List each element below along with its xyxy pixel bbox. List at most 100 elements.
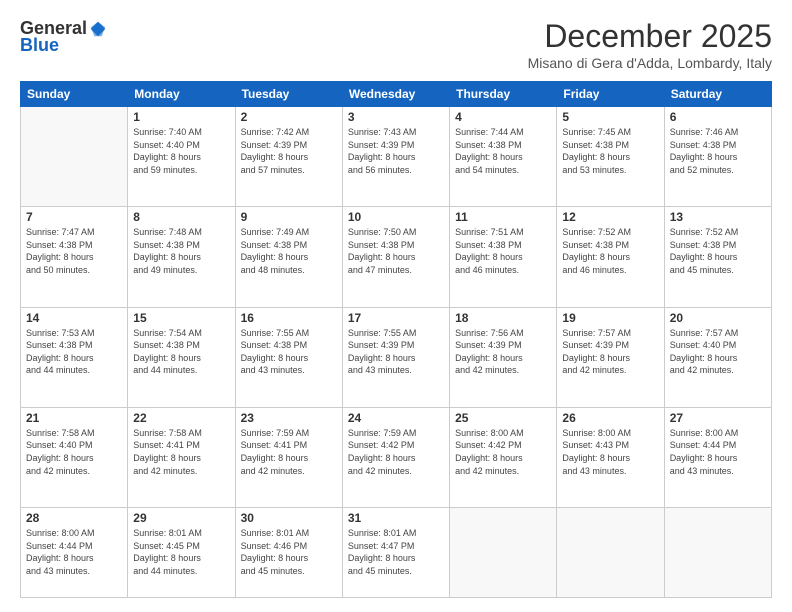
day-number: 20: [670, 311, 766, 325]
day-number: 19: [562, 311, 658, 325]
day-info: Sunrise: 7:47 AMSunset: 4:38 PMDaylight:…: [26, 226, 122, 276]
calendar-cell: 10 Sunrise: 7:50 AMSunset: 4:38 PMDayligh…: [342, 207, 449, 307]
day-number: 14: [26, 311, 122, 325]
calendar-cell: [450, 508, 557, 598]
day-info: Sunrise: 7:54 AMSunset: 4:38 PMDaylight:…: [133, 327, 229, 377]
calendar-cell: 11 Sunrise: 7:51 AMSunset: 4:38 PMDayligh…: [450, 207, 557, 307]
logo-icon: [89, 20, 107, 38]
day-number: 21: [26, 411, 122, 425]
calendar-cell: 30 Sunrise: 8:01 AMSunset: 4:46 PMDayligh…: [235, 508, 342, 598]
weekday-header-tuesday: Tuesday: [235, 82, 342, 107]
day-info: Sunrise: 7:48 AMSunset: 4:38 PMDaylight:…: [133, 226, 229, 276]
day-info: Sunrise: 7:42 AMSunset: 4:39 PMDaylight:…: [241, 126, 337, 176]
calendar-cell: 20 Sunrise: 7:57 AMSunset: 4:40 PMDayligh…: [664, 307, 771, 407]
header: General Blue December 2025 Misano di Ger…: [20, 18, 772, 71]
calendar-cell: 6 Sunrise: 7:46 AMSunset: 4:38 PMDaylight…: [664, 107, 771, 207]
calendar-cell: 14 Sunrise: 7:53 AMSunset: 4:38 PMDayligh…: [21, 307, 128, 407]
day-info: Sunrise: 7:43 AMSunset: 4:39 PMDaylight:…: [348, 126, 444, 176]
weekday-header-sunday: Sunday: [21, 82, 128, 107]
weekday-header-saturday: Saturday: [664, 82, 771, 107]
calendar-cell: 23Sunrise: 7:59 AMSunset: 4:41 PMDayligh…: [235, 407, 342, 507]
day-number: 22: [133, 411, 229, 425]
day-info: Sunrise: 8:01 AMSunset: 4:45 PMDaylight:…: [133, 527, 229, 577]
day-info: Sunrise: 8:00 AMSunset: 4:43 PMDaylight:…: [562, 427, 658, 477]
calendar-page: General Blue December 2025 Misano di Ger…: [0, 0, 792, 612]
logo-blue: Blue: [20, 35, 59, 56]
calendar-cell: 7 Sunrise: 7:47 AMSunset: 4:38 PMDaylight…: [21, 207, 128, 307]
day-number: 10: [348, 210, 444, 224]
day-info: Sunrise: 7:40 AMSunset: 4:40 PMDaylight:…: [133, 126, 229, 176]
day-info: Sunrise: 7:56 AMSunset: 4:39 PMDaylight:…: [455, 327, 551, 377]
day-info: Sunrise: 7:51 AMSunset: 4:38 PMDaylight:…: [455, 226, 551, 276]
calendar-cell: 17 Sunrise: 7:55 AMSunset: 4:39 PMDayligh…: [342, 307, 449, 407]
day-info: Sunrise: 7:46 AMSunset: 4:38 PMDaylight:…: [670, 126, 766, 176]
weekday-header-row: SundayMondayTuesdayWednesdayThursdayFrid…: [21, 82, 772, 107]
calendar-cell: 8Sunrise: 7:48 AMSunset: 4:38 PMDaylight…: [128, 207, 235, 307]
day-number: 23: [241, 411, 337, 425]
day-number: 30: [241, 511, 337, 525]
day-info: Sunrise: 7:52 AMSunset: 4:38 PMDaylight:…: [562, 226, 658, 276]
calendar-cell: [664, 508, 771, 598]
calendar-cell: 5 Sunrise: 7:45 AMSunset: 4:38 PMDaylight…: [557, 107, 664, 207]
calendar-cell: 15 Sunrise: 7:54 AMSunset: 4:38 PMDayligh…: [128, 307, 235, 407]
calendar-cell: 22Sunrise: 7:58 AMSunset: 4:41 PMDayligh…: [128, 407, 235, 507]
logo: General Blue: [20, 18, 107, 56]
day-number: 6: [670, 110, 766, 124]
day-info: Sunrise: 8:01 AMSunset: 4:46 PMDaylight:…: [241, 527, 337, 577]
day-number: 7: [26, 210, 122, 224]
calendar-cell: 12Sunrise: 7:52 AMSunset: 4:38 PMDayligh…: [557, 207, 664, 307]
calendar-cell: [557, 508, 664, 598]
day-info: Sunrise: 7:49 AMSunset: 4:38 PMDaylight:…: [241, 226, 337, 276]
calendar-cell: 19Sunrise: 7:57 AMSunset: 4:39 PMDayligh…: [557, 307, 664, 407]
calendar-cell: 31Sunrise: 8:01 AMSunset: 4:47 PMDayligh…: [342, 508, 449, 598]
calendar-cell: 2 Sunrise: 7:42 AMSunset: 4:39 PMDaylight…: [235, 107, 342, 207]
calendar-cell: 1 Sunrise: 7:40 AMSunset: 4:40 PMDaylight…: [128, 107, 235, 207]
week-row-5: 28 Sunrise: 8:00 AMSunset: 4:44 PMDayligh…: [21, 508, 772, 598]
calendar-cell: 21 Sunrise: 7:58 AMSunset: 4:40 PMDayligh…: [21, 407, 128, 507]
calendar-cell: 27Sunrise: 8:00 AMSunset: 4:44 PMDayligh…: [664, 407, 771, 507]
location: Misano di Gera d'Adda, Lombardy, Italy: [528, 55, 772, 71]
day-info: Sunrise: 7:53 AMSunset: 4:38 PMDaylight:…: [26, 327, 122, 377]
calendar-cell: [21, 107, 128, 207]
day-number: 4: [455, 110, 551, 124]
weekday-header-friday: Friday: [557, 82, 664, 107]
day-number: 17: [348, 311, 444, 325]
day-number: 24: [348, 411, 444, 425]
calendar-table: SundayMondayTuesdayWednesdayThursdayFrid…: [20, 81, 772, 598]
day-info: Sunrise: 7:57 AMSunset: 4:40 PMDaylight:…: [670, 327, 766, 377]
calendar-cell: 13Sunrise: 7:52 AMSunset: 4:38 PMDayligh…: [664, 207, 771, 307]
day-number: 15: [133, 311, 229, 325]
week-row-2: 7 Sunrise: 7:47 AMSunset: 4:38 PMDaylight…: [21, 207, 772, 307]
day-info: Sunrise: 8:01 AMSunset: 4:47 PMDaylight:…: [348, 527, 444, 577]
day-number: 25: [455, 411, 551, 425]
day-number: 2: [241, 110, 337, 124]
calendar-cell: 28 Sunrise: 8:00 AMSunset: 4:44 PMDayligh…: [21, 508, 128, 598]
day-number: 9: [241, 210, 337, 224]
calendar-cell: 25 Sunrise: 8:00 AMSunset: 4:42 PMDayligh…: [450, 407, 557, 507]
day-info: Sunrise: 7:52 AMSunset: 4:38 PMDaylight:…: [670, 226, 766, 276]
day-number: 16: [241, 311, 337, 325]
week-row-1: 1 Sunrise: 7:40 AMSunset: 4:40 PMDaylight…: [21, 107, 772, 207]
weekday-header-monday: Monday: [128, 82, 235, 107]
day-number: 1: [133, 110, 229, 124]
weekday-header-wednesday: Wednesday: [342, 82, 449, 107]
calendar-cell: 26Sunrise: 8:00 AMSunset: 4:43 PMDayligh…: [557, 407, 664, 507]
day-info: Sunrise: 8:00 AMSunset: 4:42 PMDaylight:…: [455, 427, 551, 477]
day-info: Sunrise: 7:45 AMSunset: 4:38 PMDaylight:…: [562, 126, 658, 176]
week-row-4: 21 Sunrise: 7:58 AMSunset: 4:40 PMDayligh…: [21, 407, 772, 507]
day-number: 11: [455, 210, 551, 224]
week-row-3: 14 Sunrise: 7:53 AMSunset: 4:38 PMDayligh…: [21, 307, 772, 407]
day-number: 28: [26, 511, 122, 525]
day-number: 18: [455, 311, 551, 325]
day-info: Sunrise: 8:00 AMSunset: 4:44 PMDaylight:…: [26, 527, 122, 577]
day-number: 5: [562, 110, 658, 124]
calendar-cell: 4Sunrise: 7:44 AMSunset: 4:38 PMDaylight…: [450, 107, 557, 207]
day-info: Sunrise: 7:55 AMSunset: 4:38 PMDaylight:…: [241, 327, 337, 377]
day-info: Sunrise: 7:58 AMSunset: 4:40 PMDaylight:…: [26, 427, 122, 477]
weekday-header-thursday: Thursday: [450, 82, 557, 107]
day-info: Sunrise: 7:55 AMSunset: 4:39 PMDaylight:…: [348, 327, 444, 377]
day-info: Sunrise: 7:50 AMSunset: 4:38 PMDaylight:…: [348, 226, 444, 276]
calendar-cell: 24 Sunrise: 7:59 AMSunset: 4:42 PMDayligh…: [342, 407, 449, 507]
day-info: Sunrise: 7:59 AMSunset: 4:42 PMDaylight:…: [348, 427, 444, 477]
day-info: Sunrise: 8:00 AMSunset: 4:44 PMDaylight:…: [670, 427, 766, 477]
